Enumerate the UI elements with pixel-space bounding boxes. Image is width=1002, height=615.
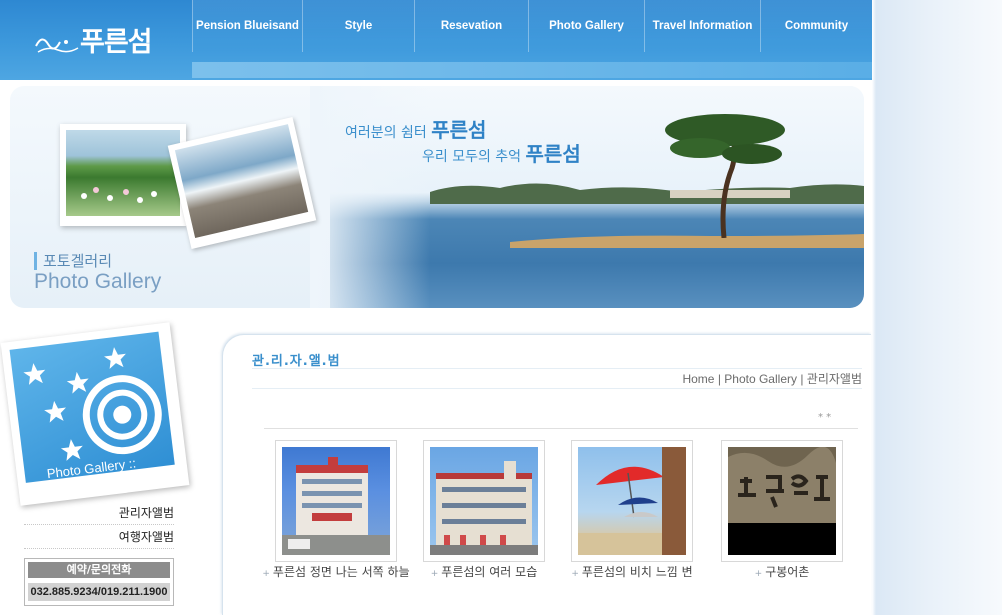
- main-nav: Pension Blueisand Style Resevation Photo…: [192, 0, 872, 52]
- nav-travel-information[interactable]: Travel Information: [644, 0, 760, 52]
- gallery-caption-4: + 구봉어촌: [754, 565, 810, 579]
- photo-gallery-badge: Photo Gallery ::: [0, 322, 190, 506]
- gallery-thumb-3[interactable]: [571, 440, 693, 562]
- nav-reservation[interactable]: Resevation: [414, 0, 528, 52]
- hero-slogan-line2: 우리 모두의 추억 푸른섬: [422, 142, 581, 166]
- pension-building-photo: [430, 447, 538, 555]
- gallery-thumb-4[interactable]: [721, 440, 843, 562]
- beach-wave-photo: [167, 116, 317, 250]
- nav-community[interactable]: Community: [760, 0, 872, 52]
- site-logo[interactable]: 푸른섬: [34, 18, 174, 58]
- gallery-thumb-2[interactable]: [423, 440, 545, 562]
- nav-substrip: [192, 62, 872, 78]
- divider: [264, 428, 858, 429]
- breadcrumb-home[interactable]: Home: [682, 372, 714, 386]
- gallery-thumb-1[interactable]: [275, 440, 397, 562]
- beach-umbrella-photo: [578, 447, 686, 555]
- gallery-caption-3: + 푸른섬의 비치 느낌 변: [571, 565, 693, 579]
- gubong-village-rock-photo: [728, 447, 836, 555]
- gallery-caption-2: + 푸른섬의 여러 모습: [430, 565, 538, 579]
- island-hills-image: [430, 183, 864, 204]
- sidebar-item-admin-album[interactable]: 관리자앨범: [24, 504, 174, 525]
- contact-box: 예약/문의전화 032.885.9234/019.211.1900: [24, 558, 174, 606]
- pension-front-photo: [282, 447, 390, 555]
- page-title: 관.리.자.앨.범: [252, 354, 341, 369]
- stars-note: * *: [818, 412, 832, 423]
- hero-banner: 여러분의 쉼터 푸른섬 우리 모두의 추억 푸른섬 포토겔러리 Photo Ga…: [10, 86, 864, 308]
- sidebar-item-traveler-album[interactable]: 여행자앨범: [24, 528, 174, 549]
- gallery-caption-1: + 푸른섬 정면 나는 서쪽 하늘: [262, 565, 410, 579]
- divider: [252, 368, 862, 369]
- breadcrumb-photo-gallery[interactable]: Photo Gallery: [724, 372, 797, 386]
- breadcrumb: Home | Photo Gallery | 관리자앨범: [682, 372, 862, 386]
- section-title-ko: 포토겔러리: [34, 252, 112, 270]
- wave-logo-icon: [35, 38, 79, 53]
- site-header: 푸른섬 Pension Blueisand Style Resevation P…: [0, 0, 872, 80]
- breadcrumb-current: 관리자앨범: [806, 372, 862, 386]
- pond-photo: [60, 124, 186, 226]
- nav-style[interactable]: Style: [302, 0, 414, 52]
- nav-photo-gallery[interactable]: Photo Gallery: [528, 0, 644, 52]
- divider: [252, 388, 862, 389]
- contact-title: 예약/문의전화: [28, 562, 170, 578]
- pine-tree-image: [665, 114, 785, 238]
- nav-pension-blueisand[interactable]: Pension Blueisand: [192, 0, 302, 52]
- logo-text: 푸른섬: [80, 27, 153, 58]
- contact-phone: 032.885.9234/019.211.1900: [28, 583, 170, 601]
- section-title-en: Photo Gallery: [34, 270, 162, 293]
